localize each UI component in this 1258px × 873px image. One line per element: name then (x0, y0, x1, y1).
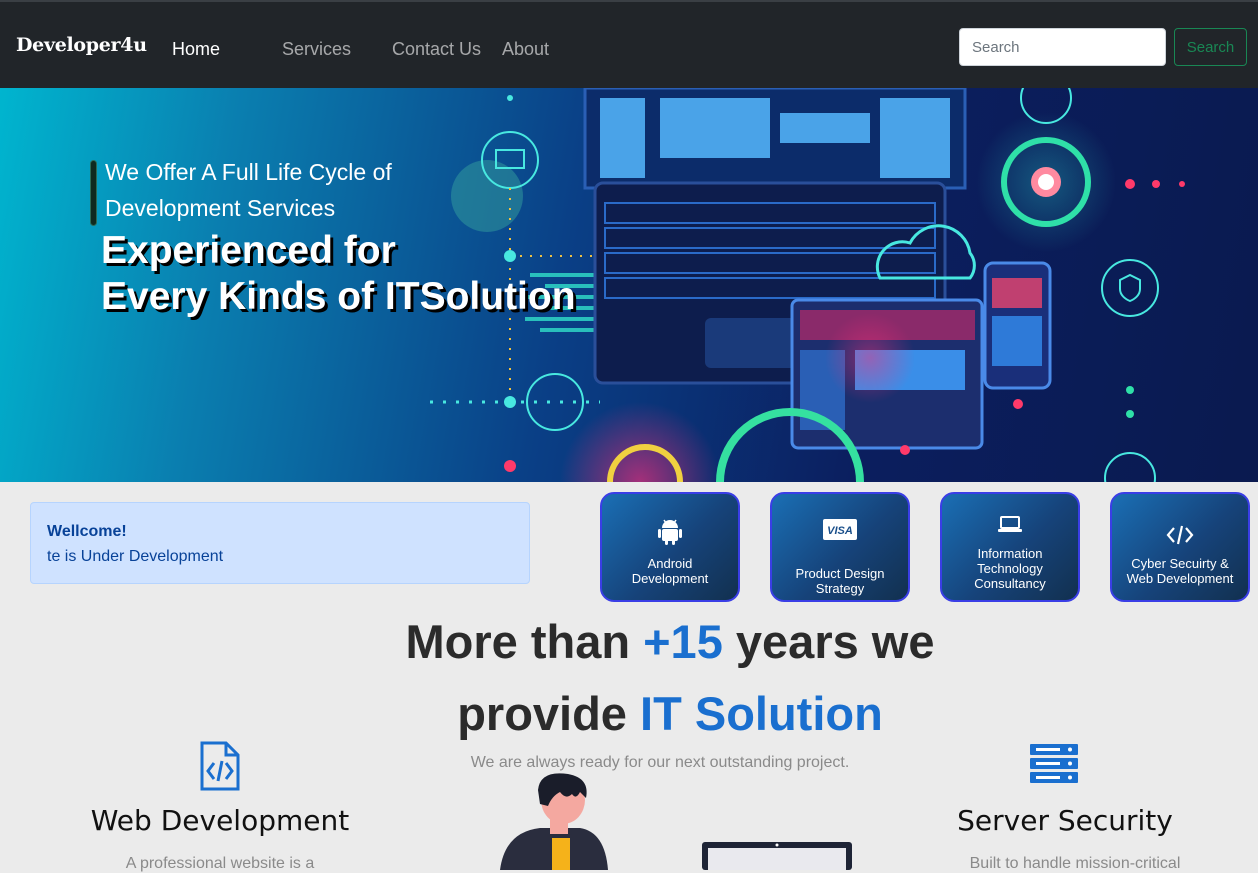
search-input[interactable] (959, 28, 1166, 66)
service-label: Information Technology Consultancy (974, 546, 1046, 591)
hero-title-line1: Experienced for (101, 229, 396, 272)
search-button[interactable]: Search (1174, 28, 1247, 66)
service-card-product-design[interactable]: VISA Product Design Strategy (770, 492, 910, 602)
hero-accent-bar (90, 160, 97, 226)
nav-link-services[interactable]: Services (282, 39, 351, 60)
service-label: Product Design Strategy (795, 566, 885, 596)
code-icon (1112, 524, 1248, 554)
svg-text:VISA: VISA (827, 525, 853, 537)
welcome-alert: Wellcome! te is Under Development (30, 502, 530, 584)
nav-link-contact-us[interactable]: Contact Us (392, 39, 481, 60)
feature-title-server-security: Server Security (957, 804, 1173, 837)
hero-title: Experienced for Every Kinds of ITSolutio… (101, 228, 576, 320)
alert-marquee-text: te is Under Development (47, 548, 224, 565)
service-card-it-consultancy[interactable]: Information Technology Consultancy (940, 492, 1080, 602)
visa-card-icon: VISA (772, 516, 908, 546)
headline-text: More than (405, 615, 644, 668)
headline-text: years we (722, 615, 935, 668)
feature-text-web-development: A professional website is a (125, 855, 315, 872)
nav-link-home[interactable]: Home (172, 39, 220, 60)
code-file-icon (198, 741, 242, 796)
server-icon (1030, 744, 1078, 789)
feature-title-web-development: Web Development (90, 804, 350, 837)
main-headline: More than +15 years we provide IT Soluti… (320, 606, 1020, 750)
headline-highlight-years: +15 (643, 615, 723, 668)
service-label: Cyber Secuirty & Web Development (1126, 556, 1234, 586)
feature-text-server-security: Built to handle mission-critical (969, 855, 1181, 872)
service-card-cyber-security[interactable]: Cyber Secuirty & Web Development (1110, 492, 1250, 602)
headline-text: provide (457, 687, 641, 740)
hero-banner: We Offer A Full Life Cycle of Developmen… (0, 88, 1258, 482)
nav-link-about[interactable]: About (502, 39, 549, 60)
hero-title-line2: Every Kinds of ITSolution (101, 275, 576, 318)
developer-illustration (500, 773, 852, 870)
alert-title: Wellcome! (47, 523, 127, 540)
service-label: Android Development (631, 556, 709, 586)
navbar: Developer4u Home Services Contact Us Abo… (0, 0, 1258, 88)
android-icon (602, 516, 738, 546)
hero-subtitle: We Offer A Full Life Cycle of Developmen… (105, 159, 392, 221)
headline-highlight-it-solution: IT Solution (640, 687, 883, 740)
brand-logo[interactable]: Developer4u (16, 34, 147, 56)
laptop-icon (942, 514, 1078, 544)
service-card-android[interactable]: Android Development (600, 492, 740, 602)
